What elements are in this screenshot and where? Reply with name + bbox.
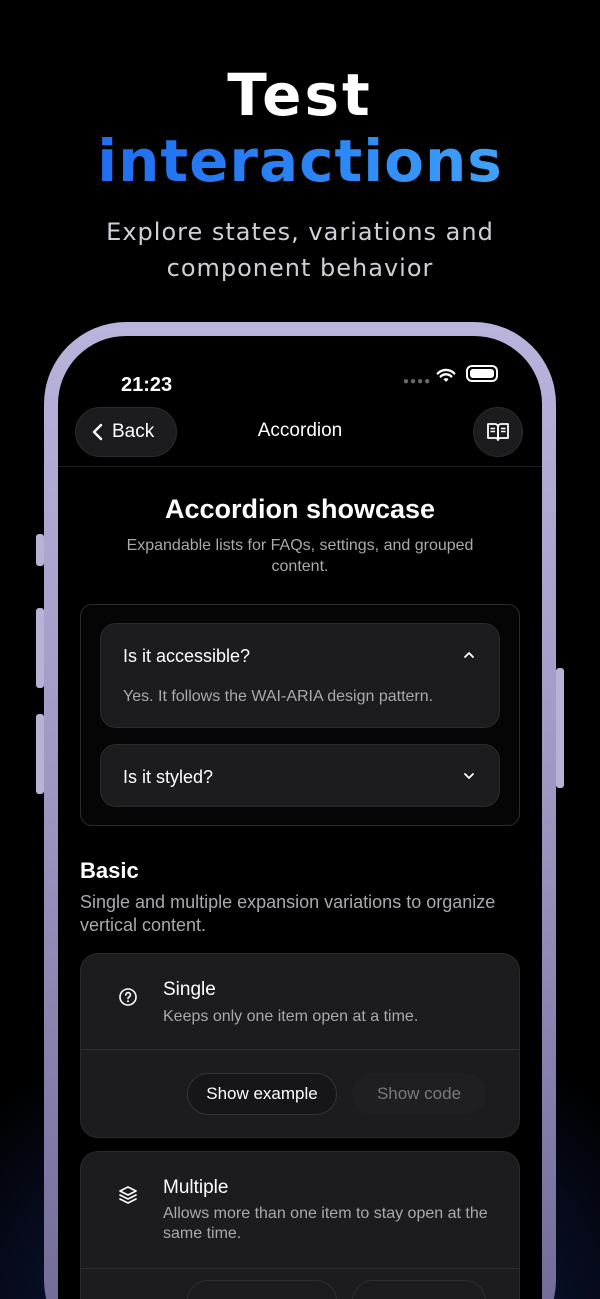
nav-divider: [58, 466, 542, 467]
show-example-button[interactable]: [187, 1280, 337, 1299]
section-title: Basic: [80, 858, 139, 883]
signal-icon: ●●●●: [403, 376, 432, 387]
variant-card-single: Single Keeps only one item open at a tim…: [80, 953, 520, 1138]
wifi-icon: [436, 368, 456, 382]
card-divider: [81, 1268, 519, 1269]
chevron-up-icon: [464, 652, 474, 658]
card-description: Allows more than one item to stay open a…: [163, 1205, 488, 1242]
show-code-button[interactable]: [352, 1280, 486, 1299]
book-open-icon: [487, 423, 509, 441]
variant-card-multiple: Multiple Allows more than one item to st…: [80, 1151, 520, 1299]
accordion-demo: Is it accessible? Yes. It follows the WA…: [80, 604, 520, 826]
battery-icon: [466, 365, 498, 382]
phone-power-button: [556, 668, 564, 788]
show-example-button[interactable]: Show example: [187, 1073, 337, 1115]
chevron-down-icon: [464, 773, 474, 779]
accordion-question: Is it styled?: [123, 767, 214, 787]
hero-title-line1: Test: [227, 61, 373, 129]
nav-title: Accordion: [257, 420, 343, 441]
accordion-item-accessible[interactable]: Is it accessible? Yes. It follows the WA…: [100, 623, 500, 728]
phone-volume-down-button: [36, 714, 44, 794]
card-description: Keeps only one item open at a time.: [163, 1008, 419, 1025]
phone-action-button: [36, 534, 44, 566]
card-title: Single: [163, 979, 216, 1000]
layers-icon: [119, 1186, 137, 1204]
status-time: 21:23: [121, 374, 173, 396]
phone-volume-up-button: [36, 608, 44, 688]
accordion-question: Is it accessible?: [123, 646, 251, 666]
page-title: Accordion showcase: [164, 494, 436, 524]
question-circle-icon: [119, 988, 137, 1006]
page-subtitle: Expandable lists for FAQs, settings, and…: [126, 537, 474, 575]
accordion-answer: Yes. It follows the WAI-ARIA design patt…: [123, 688, 434, 705]
hero-title-line2: interactions: [0, 126, 600, 196]
show-code-button[interactable]: Show code: [352, 1073, 486, 1115]
card-title: Multiple: [163, 1177, 229, 1198]
card-divider: [81, 1049, 519, 1050]
phone-screen: 21:23 ●●●● Back Accordion Accordion show…: [58, 336, 542, 1299]
docs-button[interactable]: [473, 407, 523, 457]
hero-subtitle: Explore states, variations and component…: [106, 218, 494, 282]
phone-frame: 21:23 ●●●● Back Accordion Accordion show…: [44, 322, 556, 1299]
section-description: Single and multiple expansion variations…: [80, 892, 496, 935]
accordion-item-styled[interactable]: Is it styled?: [100, 744, 500, 807]
